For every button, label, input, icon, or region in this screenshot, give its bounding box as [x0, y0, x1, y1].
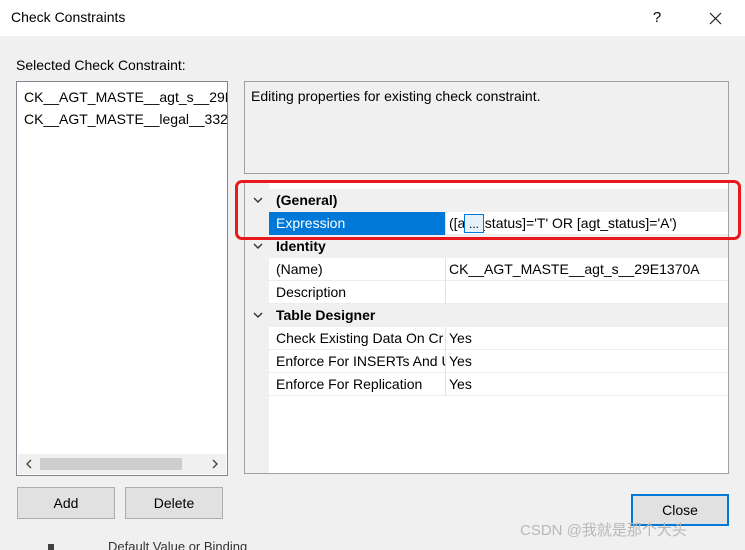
- list-item[interactable]: CK__AGT_MASTE__legal__332B: [24, 108, 227, 130]
- close-icon[interactable]: [698, 4, 732, 32]
- prop-row-check-existing[interactable]: Check Existing Data On Cr Yes: [269, 327, 728, 350]
- name-value[interactable]: CK__AGT_MASTE__agt_s__29E1370A: [449, 258, 728, 281]
- constraint-list[interactable]: CK__AGT_MASTE__agt_s__29E1 CK__AGT_MASTE…: [16, 81, 228, 476]
- title-bar: Check Constraints ?: [0, 0, 745, 36]
- category-label: Table Designer: [276, 307, 376, 323]
- horizontal-scrollbar[interactable]: [18, 454, 226, 474]
- scrollbar-thumb[interactable]: [40, 458, 182, 470]
- prop-row-enforce-replication[interactable]: Enforce For Replication Yes: [269, 373, 728, 396]
- prop-name: Description: [269, 281, 446, 304]
- category-table-designer[interactable]: Table Designer: [245, 304, 728, 327]
- background-window-text: Default Value or Binding: [108, 539, 248, 550]
- prop-row-name[interactable]: (Name) CK__AGT_MASTE__agt_s__29E1370A: [269, 258, 728, 281]
- add-button[interactable]: Add: [17, 487, 115, 519]
- expression-ellipsis-button[interactable]: ...: [464, 214, 484, 233]
- list-label: Selected Check Constraint:: [16, 57, 186, 73]
- enforce-replication-value[interactable]: Yes: [449, 373, 728, 396]
- category-general[interactable]: (General): [245, 189, 728, 212]
- category-identity[interactable]: Identity: [245, 235, 728, 258]
- chevron-left-icon[interactable]: [20, 454, 38, 474]
- description-panel: Editing properties for existing check co…: [244, 81, 729, 174]
- list-item[interactable]: CK__AGT_MASTE__agt_s__29E1: [24, 86, 227, 108]
- prop-name: Enforce For Replication: [269, 373, 446, 396]
- chevron-down-icon[interactable]: [251, 308, 265, 322]
- background-window-icon: [48, 544, 54, 550]
- help-button[interactable]: ?: [640, 4, 674, 32]
- prop-name: Check Existing Data On Cr: [269, 327, 446, 350]
- description-value[interactable]: [449, 281, 728, 304]
- enforce-inserts-value[interactable]: Yes: [449, 350, 728, 373]
- dialog-title: Check Constraints: [11, 9, 126, 25]
- prop-name: (Name): [269, 258, 446, 281]
- check-existing-value[interactable]: Yes: [449, 327, 728, 350]
- delete-button[interactable]: Delete: [125, 487, 223, 519]
- property-grid[interactable]: (General) Expression ([agt_status]='T' O…: [244, 182, 729, 474]
- watermark: CSDN @我就是那个大头: [520, 522, 687, 539]
- chevron-down-icon[interactable]: [251, 193, 265, 207]
- category-label: Identity: [276, 238, 326, 254]
- expression-value[interactable]: ([agt_status]='T' OR [agt_status]='A'): [449, 212, 728, 235]
- chevron-right-icon[interactable]: [206, 454, 224, 474]
- prop-row-description[interactable]: Description: [269, 281, 728, 304]
- prop-name: Expression: [269, 212, 446, 235]
- prop-name: Enforce For INSERTs And U: [269, 350, 446, 373]
- category-label: (General): [276, 192, 338, 208]
- description-text: Editing properties for existing check co…: [251, 88, 541, 104]
- prop-row-expression[interactable]: Expression ([agt_status]='T' OR [agt_sta…: [269, 212, 728, 235]
- grid-gutter: [245, 183, 269, 473]
- chevron-down-icon[interactable]: [251, 239, 265, 253]
- prop-row-enforce-inserts[interactable]: Enforce For INSERTs And U Yes: [269, 350, 728, 373]
